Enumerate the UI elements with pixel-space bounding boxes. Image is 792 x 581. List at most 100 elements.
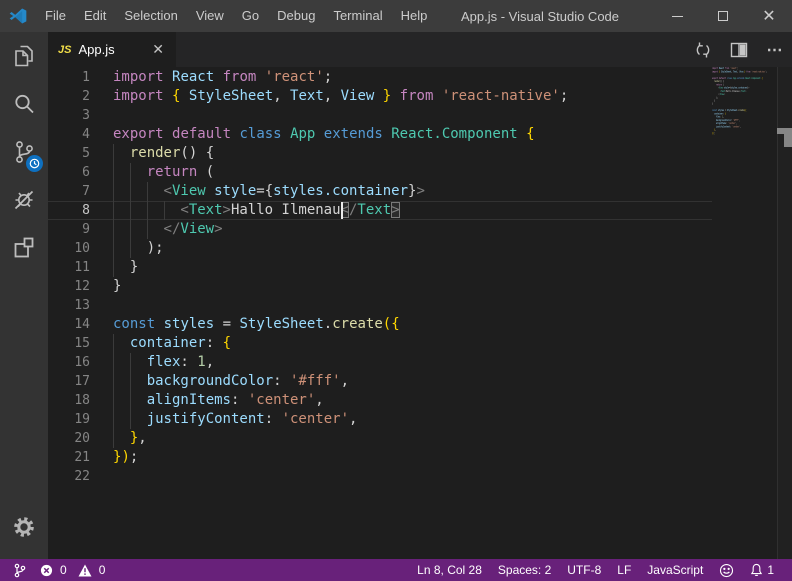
line-number: 2	[48, 87, 90, 106]
line-number: 14	[48, 315, 90, 334]
title-bar: FileEditSelectionViewGoDebugTerminalHelp…	[0, 0, 792, 32]
menu-selection[interactable]: Selection	[115, 0, 186, 32]
error-count: 0	[60, 563, 67, 577]
minimize-icon	[672, 16, 683, 17]
line-number: 21	[48, 448, 90, 467]
scm-sync-badge	[26, 155, 43, 172]
line-number: 9	[48, 220, 90, 239]
code-line[interactable]: 18alignItems: 'center',	[48, 391, 712, 410]
sync-changes-icon[interactable]	[692, 39, 714, 61]
code-line[interactable]: 7<View style={styles.container}>	[48, 182, 712, 201]
code-line[interactable]: 14const styles = StyleSheet.create({	[48, 315, 712, 334]
maximize-button[interactable]	[700, 0, 746, 32]
files-icon	[11, 43, 37, 69]
menu-go[interactable]: Go	[233, 0, 268, 32]
code-line[interactable]: 20},	[48, 429, 712, 448]
status-encoding[interactable]: UTF-8	[559, 559, 609, 581]
line-number: 8	[48, 201, 90, 220]
status-bar: 0 0 Ln 8, Col 28Spaces: 2UTF-8LFJavaScri…	[0, 559, 792, 581]
error-icon	[40, 564, 53, 577]
code-line[interactable]: 6return (	[48, 163, 712, 182]
line-number: 4	[48, 125, 90, 144]
maximize-icon	[718, 11, 728, 21]
status-git-branch[interactable]	[8, 559, 31, 581]
menu-terminal[interactable]: Terminal	[324, 0, 391, 32]
sidebar-item-extensions[interactable]	[0, 224, 48, 272]
status-eol[interactable]: LF	[609, 559, 639, 581]
status-problems[interactable]: 0 0	[35, 559, 110, 581]
warning-count: 0	[99, 563, 106, 577]
code-line[interactable]: 10);	[48, 239, 712, 258]
window-title: App.js - Visual Studio Code	[400, 9, 680, 24]
menu-file[interactable]: File	[36, 0, 75, 32]
code-line[interactable]: 4export default class App extends React.…	[48, 125, 712, 144]
line-number: 10	[48, 239, 90, 258]
line-number: 5	[48, 144, 90, 163]
code-line[interactable]: 17backgroundColor: '#fff',	[48, 372, 712, 391]
split-editor-icon[interactable]	[728, 39, 750, 61]
sidebar-item-search[interactable]	[0, 80, 48, 128]
code-line[interactable]: 9</View>	[48, 220, 712, 239]
menu-bar: FileEditSelectionViewGoDebugTerminalHelp	[36, 0, 436, 32]
activity-bar	[0, 32, 48, 559]
search-icon	[11, 91, 37, 117]
minimap-content: 1import React from 'react';2import { Sty…	[712, 67, 720, 138]
code-line[interactable]: 19justifyContent: 'center',	[48, 410, 712, 429]
line-number: 12	[48, 277, 90, 296]
tab-close-icon[interactable]: ✕	[150, 42, 166, 58]
close-window-button[interactable]: ✕	[746, 0, 792, 32]
more-actions-icon[interactable]: ⋯	[764, 39, 786, 61]
line-number: 7	[48, 182, 90, 201]
code-line[interactable]: 2import { StyleSheet, Text, View } from …	[48, 87, 712, 106]
warning-icon	[78, 564, 92, 577]
status-language-mode[interactable]: JavaScript	[639, 559, 711, 581]
code-line[interactable]: 13	[48, 296, 712, 315]
gear-icon	[12, 515, 36, 539]
line-number: 16	[48, 353, 90, 372]
line-number: 17	[48, 372, 90, 391]
code-line[interactable]: 12}	[48, 277, 712, 296]
code-line[interactable]: 11}	[48, 258, 712, 277]
menu-view[interactable]: View	[187, 0, 233, 32]
editor-pane[interactable]: 1import React from 'react';2import { Sty…	[48, 67, 792, 559]
code-line[interactable]: 8<Text>Hallo Ilmenau</Text>	[48, 201, 712, 220]
sidebar-item-explorer[interactable]	[0, 32, 48, 80]
menu-debug[interactable]: Debug	[268, 0, 324, 32]
tab-appjs[interactable]: JS App.js ✕	[48, 32, 176, 67]
minimize-button[interactable]	[654, 0, 700, 32]
notifications-bell[interactable]: 1	[742, 559, 782, 581]
extensions-icon	[11, 235, 37, 261]
minimap[interactable]: 1import React from 'react';2import { Sty…	[712, 67, 776, 559]
scrollbar-thumb[interactable]	[784, 134, 792, 147]
line-number: 1	[48, 68, 90, 87]
debug-bug-icon	[11, 187, 37, 213]
line-number: 22	[48, 467, 90, 486]
minimap-line: 2import { StyleSheet, Text, View } from …	[712, 70, 720, 73]
line-number: 3	[48, 106, 90, 125]
minimap-line: 22	[712, 135, 720, 138]
line-number: 18	[48, 391, 90, 410]
sidebar-item-source-control[interactable]	[0, 128, 48, 176]
sidebar-item-debug[interactable]	[0, 176, 48, 224]
editor-scrollbar[interactable]	[777, 67, 792, 559]
close-icon: ✕	[762, 8, 775, 24]
line-number: 13	[48, 296, 90, 315]
code-line[interactable]: 5render() {	[48, 144, 712, 163]
feedback-smiley-icon[interactable]	[711, 559, 742, 581]
code-line[interactable]: 22	[48, 467, 712, 486]
code-line[interactable]: 1import React from 'react';	[48, 68, 712, 87]
settings-button[interactable]	[0, 503, 48, 551]
code-area[interactable]: 1import React from 'react';2import { Sty…	[48, 68, 712, 486]
line-number: 19	[48, 410, 90, 429]
code-line[interactable]: 3	[48, 106, 712, 125]
status-cursor-position[interactable]: Ln 8, Col 28	[409, 559, 490, 581]
notification-count: 1	[767, 563, 774, 577]
bell-icon	[750, 563, 763, 577]
status-indentation[interactable]: Spaces: 2	[490, 559, 559, 581]
code-line[interactable]: 15container: {	[48, 334, 712, 353]
code-line[interactable]: 16flex: 1,	[48, 353, 712, 372]
tab-label: App.js	[78, 42, 150, 57]
menu-edit[interactable]: Edit	[75, 0, 115, 32]
code-line[interactable]: 21});	[48, 448, 712, 467]
vscode-logo-icon	[0, 0, 36, 32]
